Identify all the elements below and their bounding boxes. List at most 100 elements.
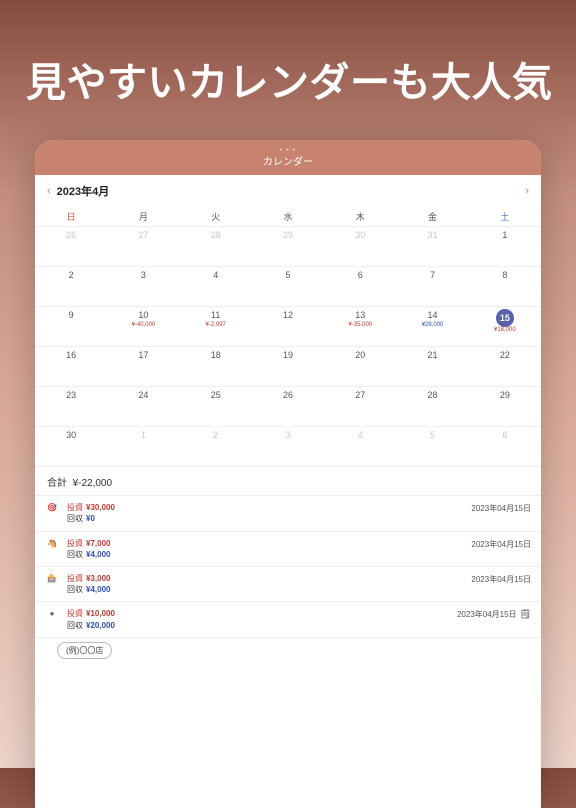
- calendar-cell[interactable]: 23: [35, 386, 107, 426]
- topbar: • • • カレンダー: [35, 140, 541, 175]
- day-amount-negative: ¥-40,000: [109, 322, 177, 329]
- topbar-dots: • • •: [35, 149, 541, 153]
- calendar-cell[interactable]: 8: [469, 266, 541, 306]
- day-number: 27: [326, 389, 394, 402]
- calendar-cell[interactable]: 21: [396, 346, 468, 386]
- list-item[interactable]: 🎰投資¥3,000回収¥4,0002023年04月15日: [35, 567, 541, 602]
- item-body: 投資¥10,000回収¥20,000: [67, 608, 449, 630]
- calendar-cell[interactable]: 22: [469, 346, 541, 386]
- recover-value: ¥0: [86, 513, 95, 524]
- calendar-cell[interactable]: 6: [469, 426, 541, 466]
- day-number: 9: [37, 309, 105, 322]
- calendar-cell[interactable]: 16: [35, 346, 107, 386]
- invest-value: ¥10,000: [86, 608, 115, 619]
- calendar-cell[interactable]: 3: [107, 266, 179, 306]
- calendar-cell[interactable]: 26: [252, 386, 324, 426]
- day-number: 26: [37, 229, 105, 242]
- calendar-cell[interactable]: 18: [180, 346, 252, 386]
- day-number: 2: [37, 269, 105, 282]
- calendar-cell[interactable]: 6: [324, 266, 396, 306]
- day-number: 22: [471, 349, 539, 362]
- list-item[interactable]: ●投資¥10,000回収¥20,0002023年04月15日🗒: [35, 602, 541, 637]
- summary-row: 合計 ¥-22,000: [35, 466, 541, 495]
- day-number: 1: [471, 229, 539, 242]
- day-number: 29: [471, 389, 539, 402]
- calendar-cell[interactable]: 9: [35, 306, 107, 346]
- topbar-title: カレンダー: [35, 153, 541, 168]
- day-number: 28: [398, 389, 466, 402]
- day-number: 13: [326, 309, 394, 322]
- calendar-cell[interactable]: 24: [107, 386, 179, 426]
- invest-label: 投資: [67, 608, 83, 619]
- calendar-cell[interactable]: 30: [324, 226, 396, 266]
- calendar-cell[interactable]: 7: [396, 266, 468, 306]
- day-number: 30: [326, 229, 394, 242]
- day-number: 25: [182, 389, 250, 402]
- calendar-cell[interactable]: 1: [107, 426, 179, 466]
- calendar-cell[interactable]: 2: [35, 266, 107, 306]
- calendar-cell[interactable]: 4: [324, 426, 396, 466]
- calendar-cell[interactable]: 11¥-2,997: [180, 306, 252, 346]
- item-body: 投資¥7,000回収¥4,000: [67, 538, 463, 560]
- calendar-cell[interactable]: 3: [252, 426, 324, 466]
- calendar-cell[interactable]: 4: [180, 266, 252, 306]
- calendar-cell[interactable]: 31: [396, 226, 468, 266]
- month-label: 2023年4月: [51, 183, 526, 199]
- calendar-cell[interactable]: 19: [252, 346, 324, 386]
- invest-value: ¥7,000: [86, 538, 110, 549]
- day-number: 21: [398, 349, 466, 362]
- recover-value: ¥20,000: [86, 620, 115, 631]
- list-item[interactable]: 🎯投資¥30,000回収¥02023年04月15日: [35, 496, 541, 531]
- day-number: 17: [109, 349, 177, 362]
- calendar-cell[interactable]: 28: [180, 226, 252, 266]
- day-number: 28: [182, 229, 250, 242]
- calendar-cell[interactable]: 14¥28,000: [396, 306, 468, 346]
- calendar-cell[interactable]: 20: [324, 346, 396, 386]
- day-number: 1: [109, 429, 177, 442]
- day-number: 8: [471, 269, 539, 282]
- calendar-cell[interactable]: 1: [469, 226, 541, 266]
- dow-header: 水: [252, 207, 324, 226]
- day-number: 10: [109, 309, 177, 322]
- summary-label: 合計: [47, 478, 67, 489]
- calendar-cell[interactable]: 25: [180, 386, 252, 426]
- day-number: 5: [254, 269, 322, 282]
- calendar-cell[interactable]: 12: [252, 306, 324, 346]
- calendar-cell[interactable]: 29: [469, 386, 541, 426]
- recover-value: ¥4,000: [86, 549, 110, 560]
- calendar-cell[interactable]: 30: [35, 426, 107, 466]
- calendar-cell[interactable]: 13¥-35,000: [324, 306, 396, 346]
- calendar-cell[interactable]: 28: [396, 386, 468, 426]
- day-amount-negative: ¥-2,997: [182, 322, 250, 329]
- item-body: 投資¥3,000回収¥4,000: [67, 573, 463, 595]
- calendar-cell[interactable]: 5: [252, 266, 324, 306]
- day-number: 2: [182, 429, 250, 442]
- calendar-cell[interactable]: 27: [107, 226, 179, 266]
- calendar-cell[interactable]: 29: [252, 226, 324, 266]
- calendar-cell[interactable]: 15¥18,000: [469, 306, 541, 346]
- next-month[interactable]: ›: [525, 185, 529, 197]
- calendar-cell[interactable]: 10¥-40,000: [107, 306, 179, 346]
- list-item[interactable]: 🐴投資¥7,000回収¥4,0002023年04月15日: [35, 532, 541, 567]
- calendar-cell[interactable]: 5: [396, 426, 468, 466]
- day-number: 24: [109, 389, 177, 402]
- app-screen: • • • カレンダー ‹ 2023年4月 › 日月火水木金土 26272829…: [35, 140, 541, 808]
- recover-label: 回収: [67, 513, 83, 524]
- day-number: 6: [471, 429, 539, 442]
- dow-header: 月: [107, 207, 179, 226]
- recover-label: 回収: [67, 549, 83, 560]
- calendar-cell[interactable]: 2: [180, 426, 252, 466]
- calendar-cell[interactable]: 26: [35, 226, 107, 266]
- recover-label: 回収: [67, 620, 83, 631]
- invest-label: 投資: [67, 573, 83, 584]
- day-number: 31: [398, 229, 466, 242]
- note-icon: 🗒: [520, 609, 531, 620]
- calendar-cell[interactable]: 17: [107, 346, 179, 386]
- item-body: 投資¥30,000回収¥0: [67, 502, 463, 524]
- entry-list: 🎯投資¥30,000回収¥02023年04月15日🐴投資¥7,000回収¥4,0…: [35, 495, 541, 662]
- calendar-cell[interactable]: 27: [324, 386, 396, 426]
- day-number: 14: [398, 309, 466, 322]
- tag-chip[interactable]: (例)〇〇店: [57, 642, 112, 659]
- day-number: 27: [109, 229, 177, 242]
- slot-icon: 🎰: [45, 573, 59, 583]
